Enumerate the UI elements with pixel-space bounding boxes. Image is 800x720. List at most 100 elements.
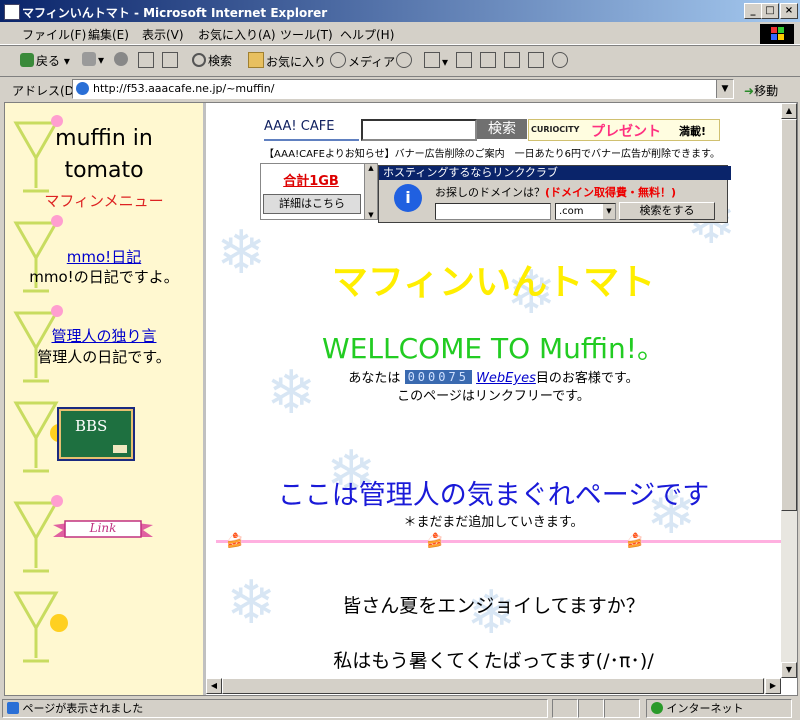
close-button[interactable]: × bbox=[780, 3, 798, 19]
site-title: muffin in tomato bbox=[5, 123, 203, 187]
cake-divider-icon: 🍰 bbox=[626, 533, 644, 549]
tld-dropdown-icon: ▼ bbox=[603, 204, 615, 219]
back-button[interactable]: 戻る ▾ bbox=[20, 52, 70, 69]
decorative-divider bbox=[216, 540, 781, 543]
greeting-line-1: 皆さん夏をエンジョイしてますか？ bbox=[342, 595, 645, 617]
history-button[interactable] bbox=[396, 52, 414, 69]
search-label: 検索 bbox=[208, 54, 233, 68]
history-icon bbox=[396, 52, 412, 68]
left-menu-frame: muffin in tomato マフィンメニュー mmo!日記 mmo!の日記… bbox=[5, 103, 206, 695]
ie-app-icon[interactable] bbox=[4, 4, 20, 20]
cake-divider-icon: 🍰 bbox=[226, 533, 244, 549]
favorites-button[interactable]: お気に入り bbox=[248, 52, 326, 70]
menu-file[interactable]: ファイル(F) bbox=[22, 26, 86, 43]
mail-button[interactable]: ▾ bbox=[424, 52, 448, 69]
media-button[interactable]: メディア bbox=[330, 52, 395, 70]
link-button[interactable]: Link bbox=[53, 519, 153, 541]
banner-search-input[interactable] bbox=[361, 119, 477, 141]
scroll-right-button[interactable]: ▶ bbox=[765, 678, 781, 694]
vertical-scroll-thumb[interactable] bbox=[781, 119, 797, 511]
discuss-icon bbox=[504, 52, 520, 68]
research-icon bbox=[528, 52, 544, 68]
address-dropdown-button[interactable]: ▼ bbox=[716, 80, 733, 98]
horizontal-scroll-thumb[interactable] bbox=[222, 678, 764, 694]
status-progress-cell bbox=[552, 699, 578, 718]
scroll-down-button[interactable]: ▼ bbox=[781, 662, 797, 678]
favorites-folder-icon bbox=[248, 52, 264, 68]
back-label: 戻る bbox=[36, 54, 61, 68]
horizontal-scrollbar[interactable]: ◀ ▶ bbox=[206, 678, 781, 694]
admin-description: 管理人の日記です。 bbox=[37, 348, 171, 366]
media-icon bbox=[330, 52, 346, 68]
info-icon: i bbox=[394, 184, 422, 212]
home-button[interactable] bbox=[162, 52, 180, 69]
address-label: アドレス(D) bbox=[12, 84, 79, 98]
diary-description: mmo!の日記ですよ。 bbox=[29, 268, 179, 286]
window-title: マフィンいんトマト - Microsoft Internet Explorer bbox=[22, 6, 328, 20]
link-free-note: このページはリンクフリーです。 bbox=[397, 389, 590, 404]
cocktail-glass-decoration bbox=[13, 591, 68, 663]
address-url: http://f53.aaacafe.ne.jp/~muffin/ bbox=[93, 82, 275, 95]
vertical-scrollbar[interactable]: ▲ ▼ bbox=[781, 103, 797, 678]
status-bar: ページが表示されました インターネット bbox=[0, 697, 800, 720]
status-zone: インターネット bbox=[646, 699, 792, 718]
details-button[interactable]: 詳細はこちら bbox=[263, 194, 361, 214]
menu-favorites[interactable]: お気に入り(A) bbox=[198, 26, 276, 43]
title-bar: マフィンいんトマト - Microsoft Internet Explorer … bbox=[0, 0, 800, 22]
domain-question: お探しのドメインは？ bbox=[435, 186, 545, 199]
go-label: 移動 bbox=[754, 84, 779, 98]
forward-button[interactable]: ▾ bbox=[82, 52, 104, 67]
windows-logo-icon bbox=[760, 24, 794, 44]
page-icon bbox=[76, 82, 89, 95]
search-button[interactable]: 検索 bbox=[192, 52, 232, 69]
hosting-ad-window[interactable]: ホスティングするならリンククラブ i お探しのドメインは？(ドメイン取得費・無料… bbox=[378, 165, 731, 223]
go-button[interactable]: ➜移動 bbox=[744, 82, 778, 99]
ad-scrollbar[interactable]: ▲ ▼ bbox=[364, 164, 377, 219]
diary-link[interactable]: mmo!日記 bbox=[67, 248, 141, 266]
tld-select[interactable]: .com ▼ bbox=[555, 203, 616, 220]
cake-divider-icon: 🍰 bbox=[426, 533, 444, 549]
forward-arrow-icon bbox=[82, 52, 96, 66]
discuss-button[interactable] bbox=[504, 52, 522, 69]
scroll-up-button[interactable]: ▲ bbox=[781, 103, 797, 119]
refresh-button[interactable] bbox=[138, 52, 156, 69]
present-banner[interactable]: CURIOCITY プレゼント 満載! bbox=[528, 119, 720, 141]
domain-search-button[interactable]: 検索をする bbox=[619, 202, 715, 220]
stop-button[interactable] bbox=[114, 52, 130, 67]
menu-tools[interactable]: ツール(T) bbox=[280, 26, 333, 43]
welcome-message: WELLCOME TO Muffin!。 bbox=[322, 332, 665, 365]
research-button[interactable] bbox=[528, 52, 546, 69]
chalk-eraser-icon bbox=[113, 445, 127, 453]
zone-label: インターネット bbox=[666, 702, 744, 715]
site-title-line1: muffin in bbox=[55, 126, 153, 151]
menu-help[interactable]: ヘルプ(H) bbox=[340, 26, 394, 43]
bbs-button[interactable]: BBS bbox=[57, 407, 135, 461]
messenger-icon bbox=[552, 52, 568, 68]
minimize-button[interactable]: _ bbox=[744, 3, 762, 19]
aaa-cafe-logo[interactable]: AAA! CAFE bbox=[264, 119, 359, 141]
visitor-counter: 000075 bbox=[404, 370, 472, 384]
address-input[interactable]: http://f53.aaacafe.ne.jp/~muffin/ ▼ bbox=[72, 79, 734, 99]
hosting-ad-title: ホスティングするならリンククラブ bbox=[379, 166, 731, 180]
status-message: ページが表示されました bbox=[22, 702, 144, 715]
banner-search-button[interactable]: 検索 bbox=[477, 119, 527, 139]
messenger-button[interactable] bbox=[552, 52, 570, 69]
domain-input[interactable] bbox=[435, 203, 551, 220]
counter-prefix: あなたは bbox=[348, 371, 401, 386]
back-arrow-icon bbox=[20, 53, 34, 67]
menu-edit[interactable]: 編集(E) bbox=[88, 26, 129, 43]
maximize-button[interactable]: □ bbox=[761, 3, 779, 19]
menu-view[interactable]: 表示(V) bbox=[142, 26, 184, 43]
internet-zone-icon bbox=[651, 702, 663, 714]
menu-bar: ファイル(F) 編集(E) 表示(V) お気に入り(A) ツール(T) ヘルプ(… bbox=[0, 22, 800, 45]
aaa-notice[interactable]: 【AAA!CAFEよりお知らせ】バナー広告削除のご案内 一日あたり6円でバナー広… bbox=[264, 145, 781, 160]
edit-page-button[interactable] bbox=[480, 52, 498, 69]
admin-monologue-link[interactable]: 管理人の独り言 bbox=[51, 327, 156, 345]
browser-content: muffin in tomato マフィンメニュー mmo!日記 mmo!の日記… bbox=[4, 102, 798, 696]
storage-total: 合計1GB bbox=[283, 174, 339, 189]
webeyes-link[interactable]: WebEyes bbox=[476, 371, 536, 386]
print-button[interactable] bbox=[456, 52, 474, 69]
scroll-left-button[interactable]: ◀ bbox=[206, 678, 222, 694]
bbs-label: BBS bbox=[75, 417, 108, 435]
storage-ad[interactable]: 合計1GB 詳細はこちら ▲ ▼ bbox=[260, 163, 378, 220]
